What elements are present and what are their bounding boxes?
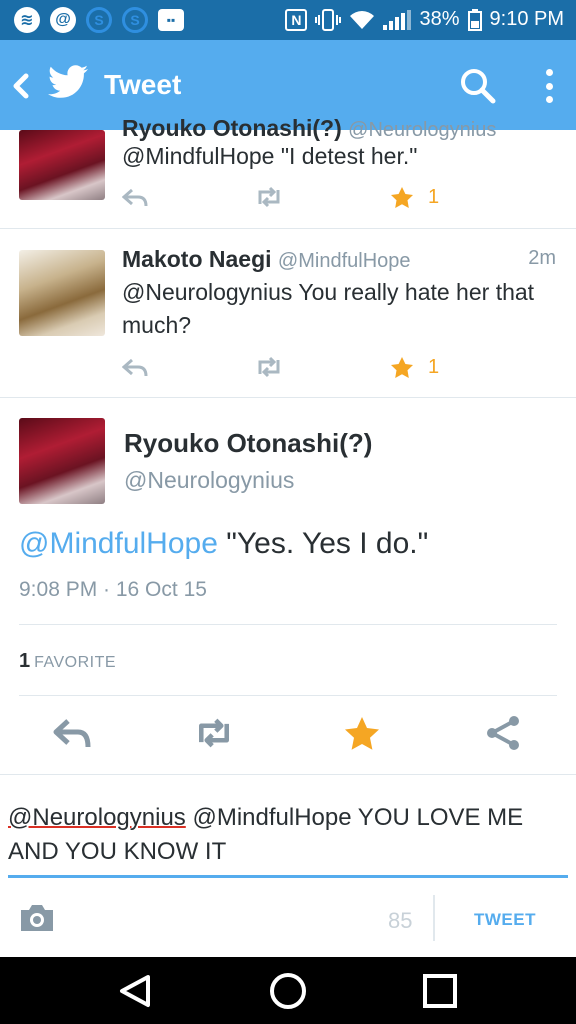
nfc-icon: N	[285, 8, 308, 31]
home-nav-icon[interactable]	[268, 971, 308, 1011]
spotify-icon: ≋	[14, 7, 40, 33]
share-icon[interactable]	[484, 715, 524, 751]
author-handle: @MindfulHope	[277, 250, 411, 272]
signal-icon	[383, 9, 412, 30]
author-name: Ryouko Otonashi(?)	[124, 428, 373, 458]
favorite-total: 1	[19, 650, 31, 672]
reply-icon[interactable]	[122, 186, 148, 208]
tweet-actions: 1	[122, 186, 452, 210]
system-nav-bar	[0, 957, 576, 1024]
s-app-icon: S	[122, 7, 148, 33]
author-name: Ryouko Otonashi(?)	[122, 115, 342, 141]
tweet-row[interactable]: Ryouko Otonashi(?) @Neurologynius @Mindf…	[0, 115, 576, 229]
camera-icon[interactable]	[18, 903, 56, 933]
tweet-author: Ryouko Otonashi(?) @Neurologynius	[122, 115, 496, 142]
author-handle: @Neurologynius	[348, 119, 497, 141]
s-app-icon: S	[86, 7, 112, 33]
retweet-icon[interactable]	[254, 186, 284, 208]
retweet-icon[interactable]	[254, 356, 284, 378]
status-bar: ≋ @ S S ▪▪ N 38% 9:10 PM	[0, 0, 576, 40]
favorite-star-icon[interactable]	[342, 715, 382, 751]
vibrate-icon	[315, 8, 342, 31]
battery-icon	[467, 8, 482, 31]
favorite-star-icon[interactable]	[390, 356, 414, 380]
more-options-icon[interactable]	[540, 66, 558, 106]
twitter-bird-icon	[48, 65, 88, 98]
reply-input[interactable]: @Neurologynius @MindfulHope YOU LOVE ME …	[8, 801, 563, 869]
tweet-button[interactable]: TWEET	[474, 910, 536, 930]
misspelled-mention: @Neurologynius	[8, 804, 186, 831]
favorite-label: FAVORITE	[34, 654, 117, 671]
author-handle: @Neurologynius	[124, 467, 295, 493]
tweet-actions: 1	[122, 356, 452, 380]
favorite-count: 1	[428, 356, 440, 378]
messenger-icon: ▪▪	[158, 9, 184, 31]
wifi-icon	[350, 10, 375, 29]
tweet-time: 2m	[528, 247, 556, 269]
reply-composer: @Neurologynius @MindfulHope YOU LOVE ME …	[0, 774, 576, 956]
avatar[interactable]	[19, 418, 105, 504]
system-status: N 38% 9:10 PM	[285, 8, 564, 31]
back-nav-icon[interactable]	[116, 971, 156, 1011]
character-counter: 85	[388, 908, 413, 933]
at-icon: @	[50, 7, 76, 33]
reply-icon[interactable]	[122, 356, 148, 378]
search-icon[interactable]	[458, 66, 498, 106]
clock: 9:10 PM	[489, 8, 564, 30]
tweet-body: "Yes. Yes I do."	[217, 527, 429, 560]
battery-percent: 38%	[419, 8, 460, 30]
divider	[433, 895, 435, 941]
favorite-star-icon[interactable]	[390, 186, 414, 210]
mention-link[interactable]: @MindfulHope	[19, 527, 218, 560]
tweet-timestamp: 9:08 PM · 16 Oct 15	[19, 578, 207, 601]
reply-icon[interactable]	[52, 715, 92, 751]
favorite-count: 1	[428, 186, 440, 208]
avatar[interactable]	[19, 130, 105, 200]
tweet-row[interactable]: Makoto Naegi @MindfulHope 2m @Neurologyn…	[0, 229, 576, 398]
recents-nav-icon[interactable]	[420, 971, 460, 1011]
back-icon[interactable]	[8, 68, 36, 104]
favorite-summary[interactable]: 1 FAVORITE	[19, 650, 116, 673]
retweet-icon[interactable]	[194, 715, 234, 751]
author-name: Makoto Naegi	[122, 246, 272, 272]
divider	[19, 695, 557, 696]
input-underline	[8, 875, 568, 878]
page-title: Tweet	[104, 69, 182, 100]
avatar[interactable]	[19, 250, 105, 336]
tweet-text: @MindfulHope "Yes. Yes I do."	[19, 527, 428, 561]
notification-icons: ≋ @ S S ▪▪	[14, 7, 184, 33]
tweet-text: @MindfulHope "I detest her."	[122, 143, 418, 169]
tweet-text: @Neurologynius You really hate her that …	[122, 279, 535, 338]
tweet-author: Makoto Naegi @MindfulHope	[122, 246, 411, 273]
divider	[19, 624, 557, 625]
